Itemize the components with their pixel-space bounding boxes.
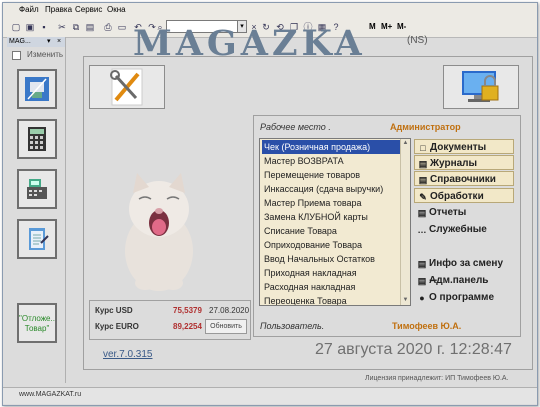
calculator-icon: [28, 127, 46, 151]
shift-info-button[interactable]: ▤ Инфо за смену ...: [414, 256, 514, 284]
calculator-button[interactable]: [17, 119, 57, 159]
list-item[interactable]: Ввод Начальных Остатков: [262, 252, 400, 266]
list-scrollbar[interactable]: ▲ ▼: [400, 139, 410, 305]
copy-icon[interactable]: ⧉: [69, 20, 83, 34]
journals-button[interactable]: ▤ Журналы: [414, 155, 514, 170]
about-icon: ●: [419, 293, 425, 303]
list-item[interactable]: Чек (Розничная продажа): [262, 140, 400, 154]
open-folder-icon[interactable]: ▣: [23, 20, 37, 34]
list-item[interactable]: Приходная накладная: [262, 266, 400, 280]
memory-button[interactable]: M: [369, 22, 376, 31]
rates-date: 27.08.2020: [209, 306, 250, 315]
shift-info-icon: ▤: [417, 259, 427, 269]
main-window: Файл Правка Сервис Окна ▢ ▣ ▪ ✂ ⧉ ▤ ⎙ ▭ …: [2, 2, 538, 406]
settings-tools-button[interactable]: [89, 65, 165, 109]
journals-icon: ▤: [418, 159, 428, 169]
currency-rates: Курс USD 75,5379 27.08.2020 Курс EURO 89…: [89, 300, 249, 338]
user-label: Пользователь.: [260, 321, 325, 331]
admin-panel-button[interactable]: ▤ Адм.панель: [414, 273, 514, 288]
list-item[interactable]: Замена КЛУБНОЙ карты: [262, 210, 400, 224]
cash-register-icon: [27, 179, 47, 199]
save-icon[interactable]: ▪: [37, 20, 51, 34]
pin-icon[interactable]: ▾: [47, 37, 51, 47]
lock-screen-button[interactable]: [443, 65, 519, 109]
service-button[interactable]: … Служебные: [414, 222, 514, 237]
list-item[interactable]: Расходная накладная: [262, 280, 400, 294]
reports-button[interactable]: ▤ Отчеты: [414, 205, 514, 220]
preview-icon[interactable]: ▭: [115, 20, 129, 34]
left-panel-title: MAG...: [9, 38, 31, 45]
list-item[interactable]: Оприходование Товара: [262, 238, 400, 252]
current-datetime: 27 августа 2020 г. 12:28:47: [315, 341, 512, 358]
service-icon: …: [417, 225, 427, 235]
workplace-label: Рабочее место .: [260, 122, 331, 132]
documents-icon: □: [420, 143, 426, 153]
list-item[interactable]: Мастер ВОЗВРАТА: [262, 154, 400, 168]
version-link[interactable]: ver.7.0.315: [103, 349, 152, 360]
tools-icon: [110, 68, 143, 106]
change-checkbox[interactable]: [12, 51, 21, 60]
usd-value: 75,5379: [173, 306, 202, 315]
list-item[interactable]: Переоценка Товара: [262, 294, 400, 305]
notepad-icon: [29, 228, 49, 250]
memory-plus-button[interactable]: M+: [381, 22, 392, 31]
processing-icon: ✎: [419, 192, 427, 202]
reports-icon: ▤: [417, 208, 427, 218]
menu-file[interactable]: Файл: [19, 5, 39, 14]
list-item[interactable]: Мастер Приема товара: [262, 196, 400, 210]
menu-edit[interactable]: Правка: [45, 5, 72, 14]
euro-value: 89,2254: [173, 322, 202, 331]
scroll-down-icon[interactable]: ▼: [401, 296, 410, 305]
directories-button[interactable]: ▤ Справочники: [414, 171, 514, 186]
menu-service[interactable]: Сервис: [75, 5, 102, 14]
license-text: Лицензия принадлежит: ИП Тимофеев Ю.А.: [365, 375, 509, 382]
euro-label: Курс EURO: [95, 322, 139, 331]
monitor-lock-icon: [462, 71, 499, 102]
admin-panel-icon: ▤: [417, 276, 427, 286]
scroll-up-icon[interactable]: ▲: [401, 139, 410, 148]
left-panel: MAG... ▾ × Изменить "Отложе.. Товар": [7, 37, 66, 383]
paste-icon[interactable]: ▤: [83, 20, 97, 34]
app-logo: MAGAZKA: [133, 23, 366, 64]
notepad-button[interactable]: [17, 219, 57, 259]
processing-button[interactable]: ✎ Обработки: [414, 188, 514, 203]
kitten-image: [125, 173, 193, 291]
menu-bar: Файл Правка Сервис Окна: [3, 3, 537, 17]
status-url: www.MAGAZKAT.ru: [19, 391, 82, 398]
change-label: Изменить: [27, 50, 64, 59]
refresh-rates-button[interactable]: Обновить: [205, 319, 247, 334]
list-item[interactable]: Перемещение товаров: [262, 168, 400, 182]
deferred-goods-button[interactable]: "Отложе.. Товар": [17, 303, 57, 343]
pos-terminal-icon: [25, 77, 49, 101]
usd-label: Курс USD: [95, 306, 133, 315]
logo-suffix: (NS): [407, 35, 428, 46]
cash-register-device-button[interactable]: [17, 169, 57, 209]
about-button[interactable]: ● О программе: [414, 290, 514, 305]
status-bar: www.MAGAZKAT.ru: [3, 387, 537, 404]
close-icon[interactable]: ×: [57, 37, 61, 47]
cash-register-button[interactable]: [17, 69, 57, 109]
memory-minus-button[interactable]: M-: [397, 22, 406, 31]
list-item[interactable]: Инкассация (сдача выручки): [262, 182, 400, 196]
menu-windows[interactable]: Окна: [107, 5, 126, 14]
documents-button[interactable]: □ Документы: [414, 139, 514, 154]
user-name: Тимофеев Ю.А.: [392, 321, 462, 331]
left-panel-title-bar: MAG... ▾ ×: [7, 37, 65, 47]
workplace-list[interactable]: Чек (Розничная продажа) Мастер ВОЗВРАТА …: [259, 138, 411, 306]
new-file-icon[interactable]: ▢: [9, 20, 23, 34]
workplace-role: Администратор: [390, 122, 461, 132]
directories-icon: ▤: [418, 175, 428, 185]
list-item[interactable]: Списание Товара: [262, 224, 400, 238]
print-icon[interactable]: ⎙: [101, 20, 115, 34]
cut-icon[interactable]: ✂: [55, 20, 69, 34]
